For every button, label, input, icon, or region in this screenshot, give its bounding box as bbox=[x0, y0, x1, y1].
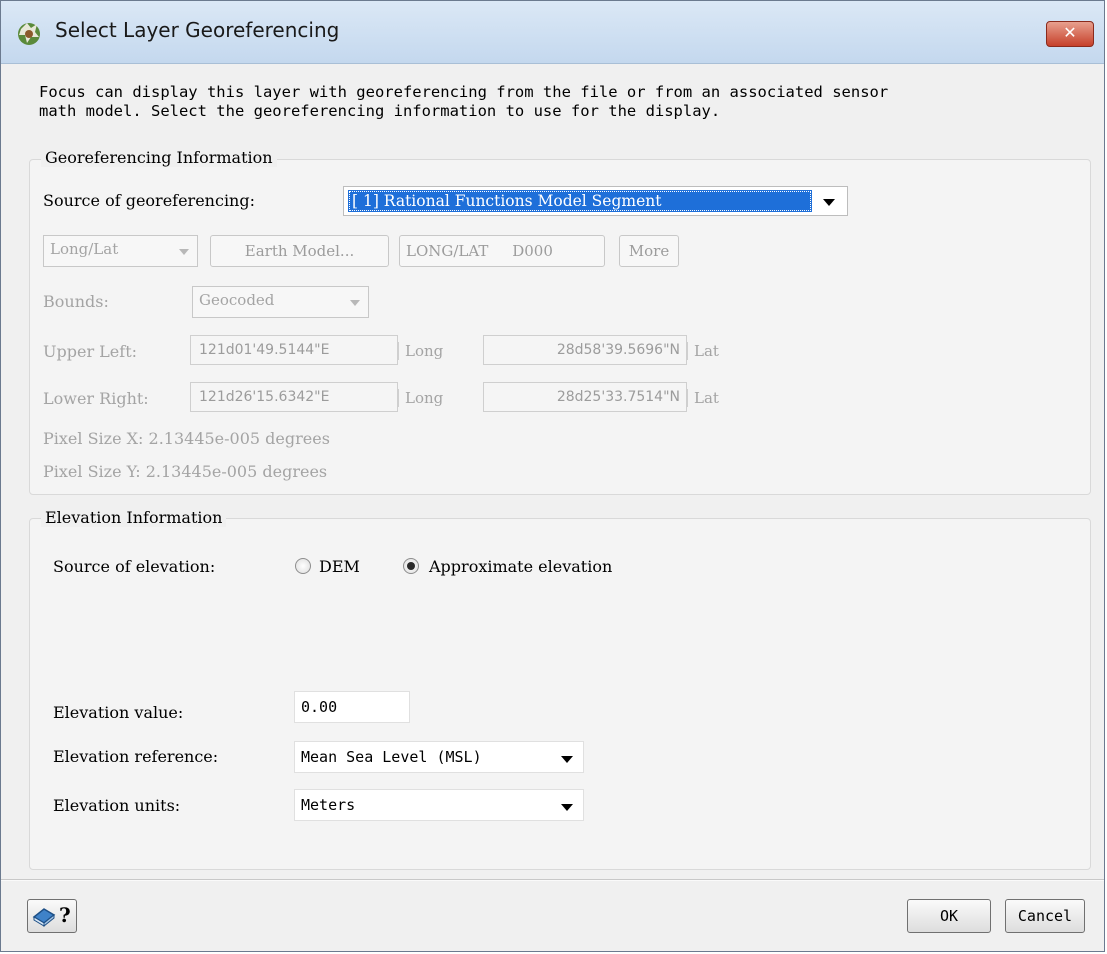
footer-divider bbox=[1, 879, 1104, 881]
pixel-size-x-text: Pixel Size X: 2.13445e-005 degrees bbox=[43, 429, 330, 448]
elevation-reference-value: Mean Sea Level (MSL) bbox=[301, 748, 482, 766]
dem-radio[interactable] bbox=[295, 558, 311, 574]
help-button[interactable]: ? bbox=[27, 899, 77, 933]
elevation-units-value: Meters bbox=[301, 796, 356, 814]
georeferencing-group-label: Georeferencing Information bbox=[41, 148, 277, 167]
elevation-units-label: Elevation units: bbox=[53, 796, 181, 815]
source-of-georeferencing-value: [ 1] Rational Functions Model Segment bbox=[348, 190, 812, 212]
dropdown-arrow-icon bbox=[179, 249, 189, 255]
description-text: Focus can display this layer with georef… bbox=[39, 83, 889, 120]
dropdown-arrow-icon bbox=[561, 804, 573, 811]
approximate-elevation-radio[interactable] bbox=[403, 558, 419, 574]
bounds-value: Geocoded bbox=[199, 291, 275, 309]
title-bar[interactable]: Select Layer Georeferencing ✕ bbox=[1, 1, 1104, 64]
elevation-reference-label: Elevation reference: bbox=[53, 747, 219, 766]
more-button[interactable]: More bbox=[619, 235, 679, 267]
projection-dropdown[interactable]: Long/Lat bbox=[43, 235, 198, 267]
projection-code-field: LONG/LAT D000 bbox=[399, 235, 605, 267]
dialog-window: Select Layer Georeferencing ✕ Focus can … bbox=[0, 0, 1105, 952]
upper-left-lat-unit: Lat bbox=[687, 342, 719, 360]
bounds-dropdown[interactable]: Geocoded bbox=[192, 286, 369, 318]
upper-left-long-field: 121d01'49.5144"E bbox=[190, 335, 398, 365]
dropdown-arrow-icon bbox=[561, 756, 573, 763]
dem-radio-label[interactable]: DEM bbox=[319, 557, 360, 576]
close-icon[interactable]: ✕ bbox=[1046, 21, 1094, 47]
lower-right-lat-field: 28d25'33.7514"N bbox=[483, 382, 687, 412]
elevation-value-label: Elevation value: bbox=[53, 703, 184, 722]
approximate-elevation-radio-label[interactable]: Approximate elevation bbox=[429, 557, 612, 576]
lower-right-lat-unit: Lat bbox=[687, 389, 719, 407]
app-logo-icon bbox=[18, 23, 40, 45]
cancel-button[interactable]: Cancel bbox=[1005, 899, 1085, 933]
ok-button[interactable]: OK bbox=[907, 899, 991, 933]
dropdown-arrow-icon bbox=[823, 199, 835, 206]
bounds-label: Bounds: bbox=[43, 292, 109, 311]
lower-right-label: Lower Right: bbox=[43, 389, 149, 408]
source-of-georeferencing-dropdown[interactable]: [ 1] Rational Functions Model Segment bbox=[343, 186, 848, 216]
elevation-group-label: Elevation Information bbox=[41, 508, 227, 527]
upper-left-label: Upper Left: bbox=[43, 342, 138, 361]
earth-model-button[interactable]: Earth Model... bbox=[210, 235, 389, 267]
pixel-size-y-text: Pixel Size Y: 2.13445e-005 degrees bbox=[43, 462, 328, 481]
elevation-units-dropdown[interactable]: Meters bbox=[294, 789, 584, 821]
dropdown-arrow-icon bbox=[350, 300, 360, 306]
upper-left-lat-field: 28d58'39.5696"N bbox=[483, 335, 687, 365]
lower-right-long-field: 121d26'15.6342"E bbox=[190, 382, 398, 412]
lower-right-long-unit: Long bbox=[398, 389, 443, 407]
elevation-reference-dropdown[interactable]: Mean Sea Level (MSL) bbox=[294, 741, 584, 773]
help-glyph: ? bbox=[59, 903, 71, 927]
source-of-elevation-label: Source of elevation: bbox=[53, 557, 216, 576]
projection-value: Long/Lat bbox=[50, 240, 119, 258]
elevation-value-input[interactable]: 0.00 bbox=[294, 691, 410, 723]
upper-left-long-unit: Long bbox=[398, 342, 443, 360]
source-of-georeferencing-label: Source of georeferencing: bbox=[43, 191, 255, 210]
window-title: Select Layer Georeferencing bbox=[55, 18, 340, 42]
